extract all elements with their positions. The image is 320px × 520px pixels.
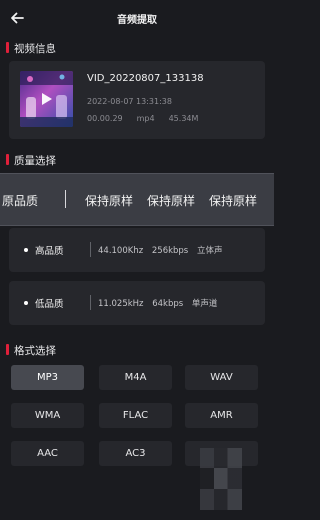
bitrate: 64kbps (152, 299, 184, 309)
quality-spec: 44.100Khz 256kbps 立体声 (98, 244, 228, 256)
video-date: 2022-08-07 13:31:38 (87, 97, 172, 106)
sample-rate: 44.100Khz (98, 246, 144, 256)
video-size: 45.34M (168, 114, 199, 123)
obscured-region (200, 448, 242, 510)
sample-rate: 11.025kHz (98, 299, 144, 309)
format-button-mp3[interactable]: MP3 (11, 365, 84, 390)
play-icon (42, 93, 52, 105)
format-button-amr[interactable]: AMR (185, 403, 258, 428)
separator (90, 295, 91, 310)
quality-name: 低品质 (35, 299, 64, 310)
video-duration: 00.00.29 (87, 114, 123, 123)
video-info-card: VID_20220807_133138 2022-08-07 13:31:38 … (9, 61, 265, 139)
page-title: 音频提取 (117, 15, 157, 26)
picker-divider (65, 190, 66, 208)
quality-spec: 11.025kHz 64kbps 单声道 (98, 297, 223, 309)
channels: 单声道 (191, 299, 218, 309)
quality-option-high[interactable]: 高品质 44.100Khz 256kbps 立体声 (9, 228, 265, 272)
format-button-wma[interactable]: WMA (11, 403, 84, 428)
format-button-ac3[interactable]: AC3 (99, 441, 172, 466)
separator (90, 242, 91, 257)
quality-name: 高品质 (35, 246, 64, 257)
bullet-dot (24, 248, 28, 252)
bitrate: 256kbps (151, 246, 189, 256)
picker-item[interactable]: 保持原样 (209, 192, 257, 209)
format-button-flac[interactable]: FLAC (99, 403, 172, 428)
top-bar: 音频提取 (0, 0, 274, 38)
quality-section-title: 质量选择 (6, 153, 56, 168)
picker-item[interactable]: 保持原样 (85, 192, 133, 209)
bullet-dot (24, 301, 28, 305)
format-button-m4a[interactable]: M4A (99, 365, 172, 390)
channels: 立体声 (196, 246, 223, 256)
format-section-title: 格式选择 (6, 343, 56, 358)
video-thumbnail[interactable] (20, 71, 73, 127)
picker-item-current[interactable]: 原品质 (2, 192, 38, 209)
quality-picker-wheel[interactable]: 原品质 保持原样 保持原样 保持原样 (0, 173, 274, 226)
picker-item[interactable]: 保持原样 (147, 192, 195, 209)
video-format: mp4 (136, 114, 155, 123)
quality-option-low[interactable]: 低品质 11.025kHz 64kbps 单声道 (9, 281, 265, 325)
format-button-wav[interactable]: WAV (185, 365, 258, 390)
format-button-aac[interactable]: AAC (11, 441, 84, 466)
video-info-section-title: 视频信息 (6, 41, 56, 56)
video-filename: VID_20220807_133138 (87, 73, 204, 84)
video-meta: 00.00.29 mp4 45.34M (87, 114, 212, 123)
